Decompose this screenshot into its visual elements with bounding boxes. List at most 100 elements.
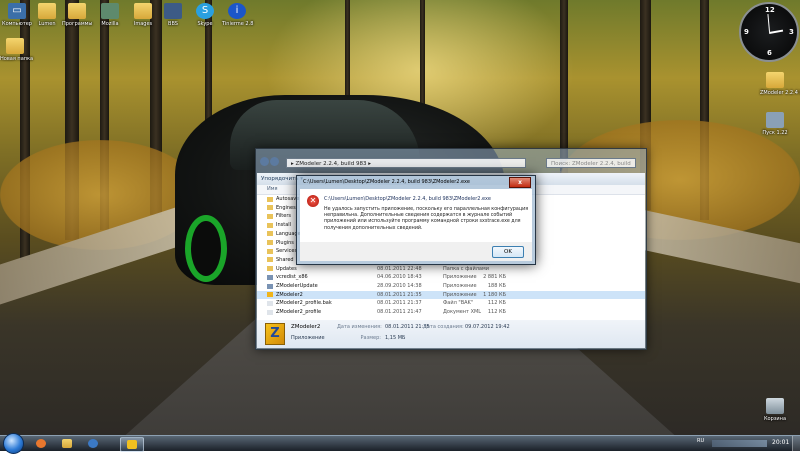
file-type: Приложение xyxy=(443,291,477,298)
details-size-value: 1,15 МБ xyxy=(385,335,406,341)
file-date: 04.06.2010 18:43 xyxy=(377,274,422,281)
taskbar-explorer[interactable] xyxy=(56,437,78,450)
folder-icon xyxy=(766,72,784,88)
file-name: Services xyxy=(276,248,298,255)
file-row[interactable]: ZModeler2 08.01.2011 21:35 Приложение 1 180… xyxy=(257,290,645,300)
desktop-icon-skype[interactable]: S Skype xyxy=(190,3,220,27)
details-pane: Z ZModeler2 Приложение Дата изменения: 0… xyxy=(257,320,645,348)
folder-icon xyxy=(267,213,273,219)
folder-icon xyxy=(267,196,273,202)
zmodeler-icon xyxy=(127,440,137,449)
file-name: Shared xyxy=(276,256,294,263)
desktop-icon-computer[interactable]: ▭ Компьютер xyxy=(2,3,32,27)
nav-buttons[interactable] xyxy=(260,157,282,169)
details-modified-label: Дата изменения: xyxy=(337,324,382,330)
taskbar-browser[interactable] xyxy=(30,437,52,450)
image-icon xyxy=(101,3,119,19)
desktop-icon-new-folder[interactable]: Новая папка xyxy=(0,38,33,62)
screen-icon xyxy=(164,3,182,19)
ok-button[interactable]: OK xyxy=(492,246,524,258)
back-icon[interactable] xyxy=(260,157,269,166)
clock-gadget[interactable]: 12 3 6 9 xyxy=(739,2,799,62)
taskbar-media[interactable] xyxy=(82,437,104,450)
file-name: Engines xyxy=(276,204,296,211)
tray-icons[interactable] xyxy=(712,440,767,447)
details-kind: Приложение xyxy=(291,335,325,341)
file-name: Updates xyxy=(276,265,297,272)
address-bar[interactable]: ▸ ZModeler 2.2.4, build 983 ▸ xyxy=(286,158,526,168)
details-size-label: Размер: xyxy=(360,335,381,341)
file-name: vcredist_x86 xyxy=(276,274,308,281)
file-size: 2 881 КБ xyxy=(483,274,506,281)
file-name: Install xyxy=(276,222,292,229)
desktop-icon-tinierme[interactable]: i Tinierme 2.8 xyxy=(222,3,253,27)
folder-icon xyxy=(68,3,86,19)
file-row[interactable]: ZModeler2_profile.bak 08.01.2011 21:37 Фай… xyxy=(257,299,645,308)
taskbar-clock[interactable]: 20:01 xyxy=(772,439,789,446)
show-desktop-button[interactable] xyxy=(792,436,800,451)
file-type: Документ XML xyxy=(443,309,482,316)
desktop-icon-bbs[interactable]: BBS xyxy=(158,3,188,27)
desktop-icon-lumen[interactable]: Lumen xyxy=(32,3,62,27)
file-name: ZModelerUpdate xyxy=(276,283,318,289)
file-row[interactable]: ZModeler2_profile 08.01.2011 21:47 Докумен… xyxy=(257,308,645,317)
search-input[interactable]: Поиск: ZModeler 2.2.4, build 983 xyxy=(546,158,636,177)
file-name: Filters xyxy=(276,213,291,220)
folder-icon xyxy=(267,248,273,254)
file-icon xyxy=(267,300,273,306)
dialog-message: Не удалось запустить приложение, посколь… xyxy=(324,207,529,231)
dialog-body: ✕ C:\Users\Lumen\Desktop\ZModeler 2.2.4,… xyxy=(300,189,532,242)
file-name: ZModeler2_profile xyxy=(276,309,322,316)
folder-icon xyxy=(267,257,273,263)
info-icon: i xyxy=(228,3,246,19)
folder-icon xyxy=(38,3,56,19)
desktop-icon-mozilla[interactable]: Mozilla xyxy=(95,3,125,27)
app-icon xyxy=(766,112,784,128)
file-size: 188 КБ xyxy=(487,283,506,289)
dialog-title: C:\Users\Lumen\Desktop\ZModeler 2.2.4, b… xyxy=(303,179,470,185)
dialog-footer: OK xyxy=(300,242,532,261)
browser-icon xyxy=(36,439,46,448)
file-type: Приложение xyxy=(443,274,477,281)
taskbar: RU 20:01 xyxy=(0,433,800,454)
media-player-icon xyxy=(88,439,98,448)
clock-minute-hand xyxy=(767,13,770,33)
file-name: ZModeler2_profile.bak xyxy=(276,300,332,307)
file-date: 08.01.2011 22:48 xyxy=(377,265,422,272)
file-date: 08.01.2011 21:47 xyxy=(377,309,422,316)
details-created-label: Дата создания: xyxy=(423,324,464,330)
folder-icon xyxy=(267,222,273,228)
folder-icon xyxy=(267,231,273,237)
dialog-path: C:\Users\Lumen\Desktop\ZModeler 2.2.4, b… xyxy=(324,196,491,202)
desktop-icon-images[interactable]: Images xyxy=(128,3,158,27)
file-row[interactable]: vcredist_x86 04.06.2010 18:43 Приложение 2 … xyxy=(257,273,645,282)
error-icon: ✕ xyxy=(307,195,319,207)
details-name: ZModeler2 xyxy=(291,324,321,330)
desktop-icon-recycle-bin[interactable]: Корзина xyxy=(760,398,790,422)
desktop-icon-zmodeler-folder[interactable]: ZModeler 2.2.4 bui xyxy=(760,72,800,96)
language-indicator[interactable]: RU xyxy=(697,438,704,444)
folder-icon xyxy=(267,240,273,245)
desktop-icon-app[interactable]: Пуск 1.22 xyxy=(760,112,790,136)
start-button[interactable] xyxy=(3,433,24,454)
file-date: 08.01.2011 21:35 xyxy=(377,291,422,298)
folder-icon xyxy=(267,205,273,211)
forward-icon[interactable] xyxy=(270,157,279,166)
folder-icon xyxy=(62,439,72,448)
recycle-bin-icon xyxy=(766,398,784,414)
file-icon xyxy=(267,292,273,298)
file-icon xyxy=(267,309,273,315)
folder-icon xyxy=(6,38,24,54)
close-button[interactable]: x xyxy=(509,177,531,188)
file-row[interactable]: Updates 08.01.2011 22:48 Папка с файлами xyxy=(257,265,645,274)
file-icon xyxy=(267,283,273,289)
file-type: Файл "BAK" xyxy=(443,300,474,307)
folder-icon xyxy=(134,3,152,19)
clock-hour-hand xyxy=(769,29,784,34)
error-dialog[interactable]: C:\Users\Lumen\Desktop\ZModeler 2.2.4, b… xyxy=(296,175,536,265)
file-name: Plugins xyxy=(276,239,294,246)
file-row[interactable]: ZModelerUpdate 28.09.2010 14:38 Приложение… xyxy=(257,282,645,291)
file-icon xyxy=(267,274,273,280)
desktop-icon-programs[interactable]: Программы xyxy=(62,3,92,27)
file-date: 28.09.2010 14:38 xyxy=(377,283,422,289)
